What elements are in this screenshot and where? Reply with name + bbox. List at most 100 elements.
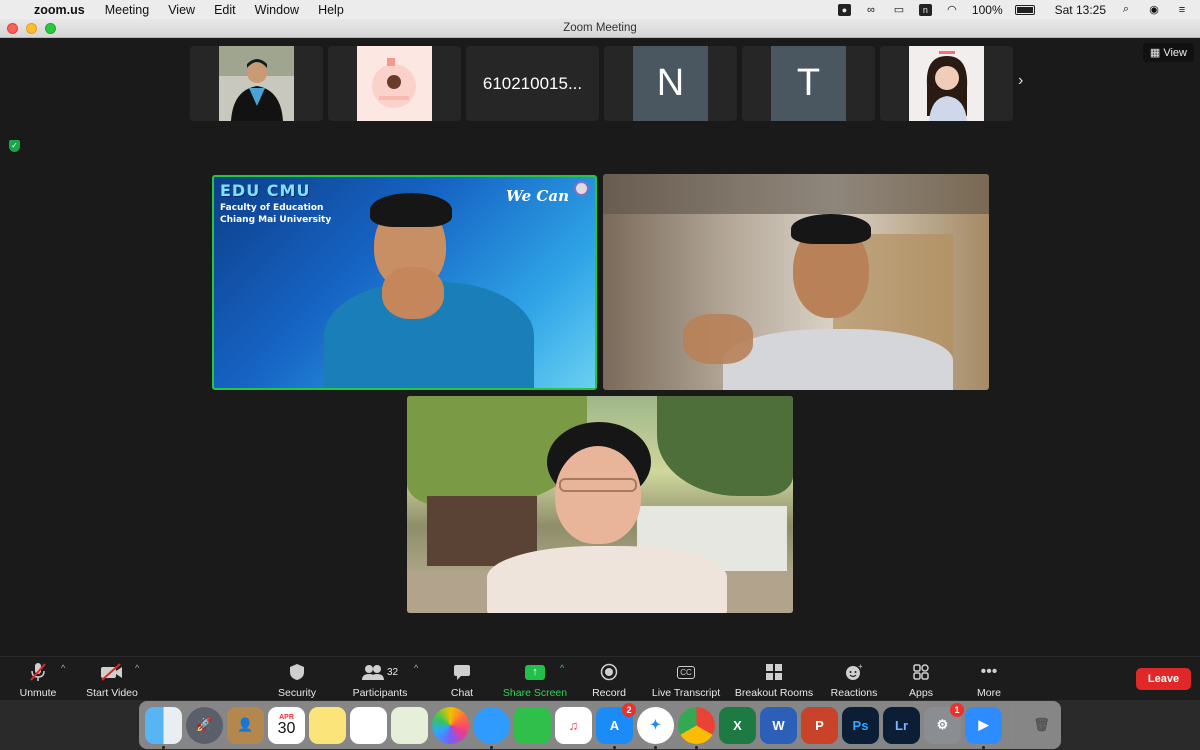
meeting-stage: 610210015... N T › ▦ View ✓ EDU CMU Facu… — [0, 38, 1200, 656]
messages-icon[interactable] — [473, 706, 510, 749]
reactions-label: Reactions — [830, 687, 878, 699]
smiley-plus-icon: + — [828, 661, 880, 683]
svg-text:+: + — [858, 663, 863, 671]
apps-button[interactable]: Apps — [903, 661, 939, 701]
participant-video-2 — [663, 204, 983, 390]
encryption-shield-icon[interactable]: ✓ — [9, 140, 20, 152]
thumbnail-participant-1[interactable] — [190, 46, 323, 121]
chat-label: Chat — [450, 687, 474, 699]
word-icon[interactable]: W — [760, 706, 797, 744]
app-store-icon[interactable]: A2 — [596, 702, 636, 749]
control-center-icon[interactable]: ≡ — [1174, 4, 1190, 16]
participant-video-1 — [304, 187, 544, 388]
zoom-icon[interactable]: ▶ — [965, 706, 1002, 749]
airplay-icon[interactable]: ▭ — [891, 4, 907, 16]
calendar-icon[interactable]: APR 30 — [268, 706, 305, 744]
notion-icon[interactable]: n — [918, 3, 932, 16]
closed-caption-icon: CC — [648, 661, 724, 683]
thumbnail-participant-5[interactable]: T — [742, 46, 875, 121]
menu-meeting[interactable]: Meeting — [105, 3, 149, 17]
video-tile-active-speaker[interactable]: EDU CMU Faculty of Education Chiang Mai … — [212, 175, 597, 390]
university-emblem-icon — [574, 181, 589, 196]
more-label: More — [977, 687, 1001, 699]
breakout-rooms-label: Breakout Rooms — [734, 687, 814, 699]
participant-video-3 — [467, 416, 747, 613]
launchpad-icon[interactable]: 🚀 — [186, 706, 223, 744]
thumbnail-participant-3[interactable]: 610210015... — [466, 46, 599, 121]
record-label: Record — [592, 687, 626, 699]
more-dots-icon: ••• — [980, 663, 998, 680]
menu-bar: zoom.us Meeting View Edit Window Help ● … — [0, 0, 1200, 19]
view-button[interactable]: ▦ View — [1142, 43, 1194, 62]
lightroom-icon[interactable]: Lr — [883, 706, 920, 744]
photos-icon[interactable] — [432, 706, 469, 744]
video-off-icon — [82, 661, 142, 683]
reminders-icon[interactable] — [350, 706, 387, 744]
apps-label: Apps — [909, 687, 933, 699]
apps-icon — [903, 661, 939, 683]
trash-icon[interactable]: 🗑 — [1023, 707, 1060, 744]
siri-icon[interactable]: ◉ — [1146, 4, 1162, 16]
participants-icon: 32 — [347, 661, 413, 683]
excel-icon[interactable]: X — [719, 706, 756, 744]
leave-button[interactable]: Leave — [1136, 668, 1191, 690]
system-preferences-icon[interactable]: ⚙ 1 — [924, 702, 964, 744]
maps-icon[interactable] — [391, 706, 428, 744]
unmute-label: Unmute — [19, 687, 57, 699]
breakout-rooms-button[interactable]: Breakout Rooms — [734, 661, 814, 701]
creative-cloud-icon[interactable]: ∞ — [863, 4, 879, 16]
participants-button[interactable]: 32 Participants — [347, 661, 413, 701]
photoshop-icon[interactable]: Ps — [842, 706, 879, 744]
menu-window[interactable]: Window — [255, 3, 299, 17]
close-window-button[interactable] — [7, 23, 18, 34]
share-options-chevron-icon[interactable]: ^ — [560, 663, 564, 673]
battery-icon[interactable] — [1014, 4, 1035, 15]
live-transcript-button[interactable]: CC Live Transcript — [648, 661, 724, 701]
record-icon — [588, 661, 630, 683]
participants-label: Participants — [352, 687, 408, 699]
contacts-icon[interactable]: 👤 — [227, 706, 264, 744]
thumbnail-participant-6[interactable] — [880, 46, 1013, 121]
music-icon[interactable]: ♫ — [555, 706, 592, 744]
menu-help[interactable]: Help — [318, 3, 344, 17]
menu-view[interactable]: View — [168, 3, 195, 17]
participant-strip: 610210015... N T — [190, 46, 1013, 121]
security-label: Security — [278, 687, 316, 699]
video-tile-participant-3[interactable] — [407, 396, 793, 613]
avatar-letter: N — [633, 46, 708, 121]
record-button[interactable]: Record — [588, 661, 630, 701]
video-options-chevron-icon[interactable]: ^ — [135, 663, 139, 673]
more-button[interactable]: ••• More — [971, 661, 1007, 701]
participants-chevron-icon[interactable]: ^ — [414, 663, 418, 673]
graduate-photo — [219, 46, 294, 121]
thumbnail-participant-2[interactable] — [328, 46, 461, 121]
participants-count: 32 — [386, 666, 399, 678]
wifi-icon[interactable]: ◠ — [944, 4, 960, 16]
video-tile-participant-2[interactable] — [603, 174, 989, 390]
minimize-window-button[interactable] — [26, 23, 37, 34]
unmute-button[interactable]: Unmute — [14, 661, 62, 701]
edu-logo-text: EDU CMU — [220, 181, 311, 200]
safari-icon[interactable]: ✦ — [637, 706, 674, 749]
avatar-letter: T — [771, 46, 846, 121]
start-video-button[interactable]: Start Video — [82, 661, 142, 701]
clock[interactable]: Sat 13:25 — [1055, 3, 1106, 17]
chrome-icon[interactable] — [678, 706, 715, 749]
share-screen-label: Share Screen — [502, 687, 568, 699]
finder-icon[interactable] — [145, 706, 182, 749]
spotlight-search-icon[interactable]: ⌕ — [1118, 3, 1134, 16]
audio-options-chevron-icon[interactable]: ^ — [61, 663, 65, 673]
chevron-right-icon[interactable]: › — [1018, 72, 1023, 90]
reactions-button[interactable]: + Reactions — [828, 661, 880, 701]
powerpoint-icon[interactable]: P — [801, 706, 838, 744]
security-button[interactable]: Security — [272, 661, 322, 701]
app-menu[interactable]: zoom.us — [34, 3, 85, 17]
thumbnail-participant-4[interactable]: N — [604, 46, 737, 121]
maximize-window-button[interactable] — [45, 23, 56, 34]
notes-icon[interactable] — [309, 706, 346, 744]
chat-button[interactable]: Chat — [443, 661, 481, 701]
battery-percent: 100% — [971, 2, 1003, 17]
menu-edit[interactable]: Edit — [214, 3, 236, 17]
screen-record-icon[interactable]: ● — [837, 3, 851, 16]
facetime-icon[interactable] — [514, 706, 551, 744]
